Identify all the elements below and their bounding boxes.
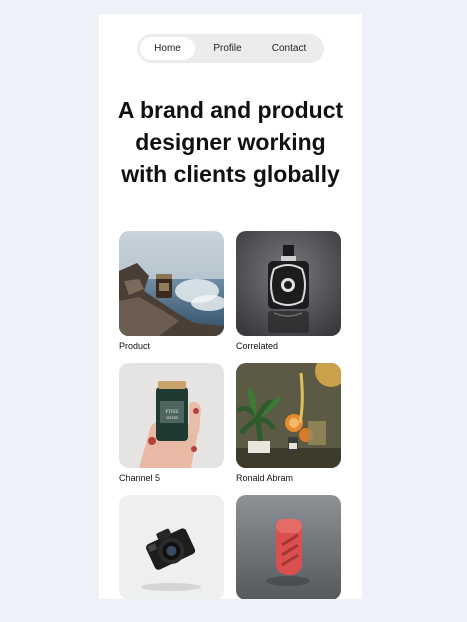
gallery-caption: Correlated (236, 341, 279, 351)
gallery-item-correlated[interactable] (236, 231, 341, 336)
red-object-image (236, 495, 341, 599)
plant-and-oranges-image (236, 363, 341, 468)
gallery-caption: Ronald Abram (236, 473, 294, 483)
portfolio-card: Home Profile Contact A brand and product… (99, 14, 362, 599)
candle-on-rocks-image (119, 231, 224, 336)
nav-home-tab[interactable]: Home (140, 37, 195, 60)
hero-line-1: A brand and product (117, 97, 344, 123)
perfume-bottle-image (236, 231, 341, 336)
hero-line-3: with clients globally (121, 161, 340, 187)
gallery-item-product[interactable] (119, 231, 224, 336)
nav-profile-tab[interactable]: Profile (200, 37, 255, 60)
gallery-caption: Channel 5 (119, 473, 161, 483)
gallery-item-camera[interactable] (119, 495, 224, 599)
svg-text:WINE: WINE (166, 415, 178, 420)
gallery-item-red-object[interactable] (236, 495, 341, 599)
nav-pill: Home Profile Contact (137, 34, 324, 63)
gallery-item-channel-5[interactable]: FINE WINE (119, 363, 224, 468)
hero-line-2: designer working (135, 129, 326, 155)
gallery-item-ronald-abram[interactable] (236, 363, 341, 468)
gallery-caption: Product (119, 341, 151, 351)
nav-contact-tab[interactable]: Contact (259, 37, 319, 60)
hand-holding-jar-image: FINE WINE (119, 363, 224, 468)
hero-heading: A brand and product designer working wit… (109, 94, 352, 190)
camera-image (119, 495, 224, 599)
